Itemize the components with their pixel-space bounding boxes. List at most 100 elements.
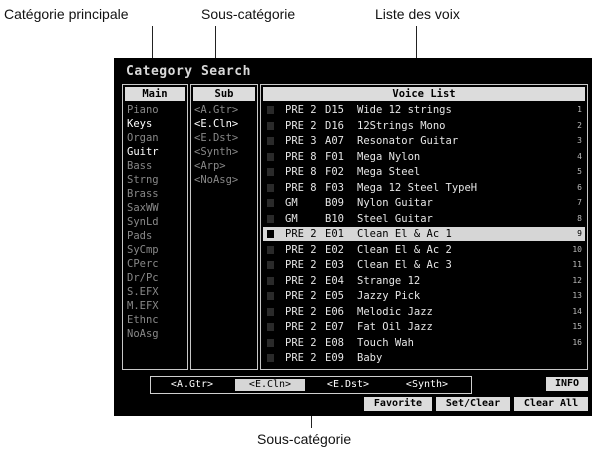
callout-main-category: Catégorie principale xyxy=(4,6,129,22)
tab-e-dst[interactable]: <E.Dst> xyxy=(313,379,383,391)
voice-index: 4 xyxy=(577,151,582,161)
voice-number: F02 xyxy=(325,166,344,178)
sub-category-list: <A.Gtr> <E.Cln> <E.Dst> <Synth> <Arp> <NoAsg> xyxy=(194,103,256,187)
voice-number: E03 xyxy=(325,259,344,271)
voice-list-row[interactable]: PRE 2 E06 Melodic Jazz 14 xyxy=(263,305,585,319)
sub-category-item[interactable]: <Synth> xyxy=(194,145,256,159)
voice-bank: PRE 2 xyxy=(285,104,317,116)
voice-index: 16 xyxy=(572,337,582,347)
voice-list-row[interactable]: PRE 8 F01 Mega Nylon 4 xyxy=(263,150,585,164)
voice-bank: PRE 2 xyxy=(285,290,317,302)
callout-sub-category-top: Sous-catégorie xyxy=(201,6,296,22)
voice-index: 7 xyxy=(577,198,582,207)
main-category-list: Piano Keys Organ Guitr Bass Strng Brass SaxWW Sy… xyxy=(127,103,185,341)
voice-list-row[interactable]: PRE 2 E03 Clean El & Ac 3 11 xyxy=(263,258,585,272)
voice-list-row[interactable]: PRE 2 E01 Clean El & Ac 1 9 xyxy=(263,227,585,241)
screen-title: Category Search xyxy=(126,64,251,79)
sub-category-column: Sub <A.Gtr> <E.Cln> <E.Dst> <Synth> <Arp> <No… xyxy=(190,84,258,370)
voice-list-row[interactable]: PRE 8 F03 Mega 12 Steel TypeH 6 xyxy=(263,181,585,195)
main-category-item[interactable]: SaxWW xyxy=(127,201,185,215)
voice-list-row[interactable]: PRE 2 E04 Strange 12 12 xyxy=(263,274,585,288)
voice-index: 12 xyxy=(572,275,582,285)
voice-name: Steel Guitar xyxy=(357,212,433,225)
voice-bank: PRE 2 xyxy=(285,352,317,364)
voice-number: E08 xyxy=(325,336,344,349)
voice-bank: PRE 2 xyxy=(285,228,317,240)
voice-index: 5 xyxy=(577,167,582,176)
sub-category-item[interactable]: <E.Cln> xyxy=(194,117,256,131)
main-category-item[interactable]: Strng xyxy=(127,173,185,187)
main-category-item[interactable]: Bass xyxy=(127,159,185,173)
voice-name: Fat Oil Jazz xyxy=(357,321,433,333)
voice-name: Touch Wah xyxy=(357,336,414,349)
main-category-item[interactable]: Pads xyxy=(127,229,185,243)
main-category-item[interactable]: Guitr xyxy=(127,145,185,159)
voice-list-row[interactable]: PRE 2 E02 Clean El & Ac 2 10 xyxy=(263,243,585,257)
voice-number: D16 xyxy=(325,119,344,132)
voice-number: E01 xyxy=(325,228,344,240)
voice-list-row[interactable]: PRE 8 F02 Mega Steel 5 xyxy=(263,165,585,179)
voice-number: B09 xyxy=(325,197,344,209)
voice-list-row[interactable]: GM B09 Nylon Guitar 7 xyxy=(263,196,585,210)
main-category-item[interactable]: Ethnc xyxy=(127,313,185,327)
clear-all-button[interactable]: Clear All xyxy=(514,397,588,411)
voice-list-header: Voice List xyxy=(263,87,585,101)
voice-bank: PRE 2 xyxy=(285,274,317,287)
voice-bank: PRE 8 xyxy=(285,166,317,178)
voice-index: 6 xyxy=(577,182,582,192)
voice-bank: PRE 2 xyxy=(285,305,317,318)
voice-name: Mega Steel xyxy=(357,166,421,178)
main-category-item[interactable]: Dr/Pc xyxy=(127,271,185,285)
voice-number: F01 xyxy=(325,150,344,163)
voice-name: Melodic Jazz xyxy=(357,305,433,318)
main-category-item[interactable]: S.EFX xyxy=(127,285,185,299)
voice-index: 15 xyxy=(572,322,582,331)
voice-name: Strange 12 xyxy=(357,274,421,287)
sub-column-header: Sub xyxy=(193,87,255,101)
main-category-item[interactable]: Organ xyxy=(127,131,185,145)
info-button[interactable]: INFO xyxy=(546,377,588,391)
main-category-item[interactable]: Piano xyxy=(127,103,185,117)
voice-list-row[interactable]: PRE 2 E09 Baby xyxy=(263,351,585,365)
voice-index: 3 xyxy=(577,136,582,145)
voice-name: Jazzy Pick xyxy=(357,290,421,302)
voice-list-row[interactable]: PRE 3 A07 Resonator Guitar 3 xyxy=(263,134,585,148)
tab-a-gtr[interactable]: <A.Gtr> xyxy=(157,379,227,391)
sub-category-item[interactable]: <E.Dst> xyxy=(194,131,256,145)
favorite-marker-icon xyxy=(267,106,274,114)
favorite-button[interactable]: Favorite xyxy=(364,397,432,411)
main-category-item[interactable]: SynLd xyxy=(127,215,185,229)
voice-list-row[interactable]: PRE 2 D16 12Strings Mono 2 xyxy=(263,119,585,133)
main-category-item[interactable]: Keys xyxy=(127,117,185,131)
main-category-item[interactable]: CPerc xyxy=(127,257,185,271)
sub-category-item[interactable]: <Arp> xyxy=(194,159,256,173)
voice-list-row[interactable]: PRE 2 E05 Jazzy Pick 13 xyxy=(263,289,585,303)
voice-name: Nylon Guitar xyxy=(357,197,433,209)
main-category-item[interactable]: NoAsg xyxy=(127,327,185,341)
voice-list-row[interactable]: PRE 2 E08 Touch Wah 16 xyxy=(263,336,585,350)
voice-list-row[interactable]: PRE 2 D15 Wide 12 strings 1 xyxy=(263,103,585,117)
favorite-marker-icon xyxy=(267,261,274,269)
main-category-item[interactable]: SyCmp xyxy=(127,243,185,257)
set-clear-button[interactable]: Set/Clear xyxy=(436,397,510,411)
voice-index: 1 xyxy=(577,105,582,114)
voice-number: E07 xyxy=(325,321,344,333)
voice-index: 8 xyxy=(577,213,582,223)
sub-category-item[interactable]: <NoAsg> xyxy=(194,173,256,187)
main-category-item[interactable]: Brass xyxy=(127,187,185,201)
voice-list-row[interactable]: GM B10 Steel Guitar 8 xyxy=(263,212,585,226)
favorite-marker-icon xyxy=(267,183,274,192)
main-category-column: Main Piano Keys Organ Guitr Bass Strng Brass Sa… xyxy=(122,84,188,370)
main-category-item[interactable]: M.EFX xyxy=(127,299,185,313)
voice-number: B10 xyxy=(325,212,344,225)
tab-e-cln[interactable]: <E.Cln> xyxy=(235,379,305,391)
favorite-marker-icon xyxy=(267,292,274,300)
voice-list-row[interactable]: PRE 2 E07 Fat Oil Jazz 15 xyxy=(263,320,585,334)
favorite-marker-icon xyxy=(267,245,274,254)
voice-index: 11 xyxy=(572,260,582,269)
tab-synth[interactable]: <Synth> xyxy=(391,379,463,391)
voice-bank: GM xyxy=(285,212,298,225)
voice-index: 13 xyxy=(572,291,582,300)
favorite-marker-icon xyxy=(267,168,274,176)
sub-category-item[interactable]: <A.Gtr> xyxy=(194,103,256,117)
